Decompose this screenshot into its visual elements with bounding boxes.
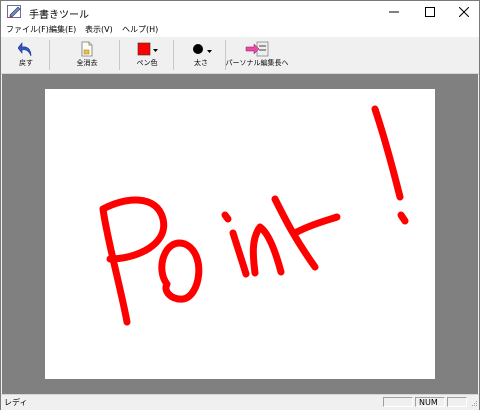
thickness-label: 太さ (194, 59, 208, 67)
maximize-icon (425, 7, 435, 17)
export-label: パーソナル編集長へ (225, 59, 289, 67)
maximize-button[interactable] (413, 1, 447, 23)
title-bar: 手書きツール (1, 1, 479, 23)
toolbar-separator (119, 40, 120, 70)
minimize-button[interactable] (377, 1, 411, 23)
window-title: 手書きツール (29, 10, 89, 21)
dropdown-arrow-icon (153, 49, 158, 52)
thickness-button[interactable]: 太さ (183, 39, 219, 70)
undo-arrow-icon (18, 42, 32, 57)
pen-color-button[interactable]: ペン色 (127, 39, 167, 70)
menu-view[interactable]: 表示(V) (85, 24, 113, 35)
workspace (2, 74, 478, 394)
status-panel-empty (447, 397, 467, 407)
clear-page-icon (81, 41, 93, 57)
menu-file[interactable]: ファイル(F) (6, 24, 49, 35)
brush-dot-icon (193, 44, 212, 54)
menu-edit[interactable]: 編集(E) (49, 24, 76, 35)
color-swatch-icon (137, 42, 158, 56)
num-lock-indicator: NUM (415, 397, 445, 407)
undo-label: 戻す (19, 59, 33, 67)
close-button[interactable] (447, 1, 480, 23)
pen-color-label: ペン色 (136, 59, 158, 67)
menu-bar: ファイル(F) 編集(E) 表示(V) ヘルプ(H) (1, 23, 479, 37)
dropdown-arrow-icon (207, 50, 212, 53)
app-window: 手書きツール ファイル(F) 編集(E) 表示(V) ヘルプ(H) 戻す 全消去… (0, 0, 480, 410)
undo-button[interactable]: 戻す (9, 39, 43, 70)
status-text: レディ (4, 398, 28, 407)
status-bar: レディ NUM (1, 394, 479, 410)
export-to-editor-button[interactable]: パーソナル編集長へ (226, 39, 289, 70)
pen-app-icon (7, 5, 21, 18)
clear-all-button[interactable]: 全消去 (67, 39, 107, 70)
drawing-canvas[interactable] (45, 89, 435, 379)
status-panel-empty (383, 397, 413, 407)
toolbar-separator (49, 40, 50, 70)
minimize-icon (389, 11, 399, 13)
export-arrow-icon (245, 41, 269, 57)
clear-all-label: 全消去 (76, 59, 98, 67)
resize-grip-icon[interactable] (468, 399, 478, 409)
close-icon (459, 7, 469, 17)
toolbar-separator (173, 40, 174, 70)
handwritten-point-drawing (99, 105, 409, 326)
menu-help[interactable]: ヘルプ(H) (122, 24, 158, 35)
toolbar: 戻す 全消去 ペン色 太さ パーソナル編集長へ (1, 37, 479, 74)
